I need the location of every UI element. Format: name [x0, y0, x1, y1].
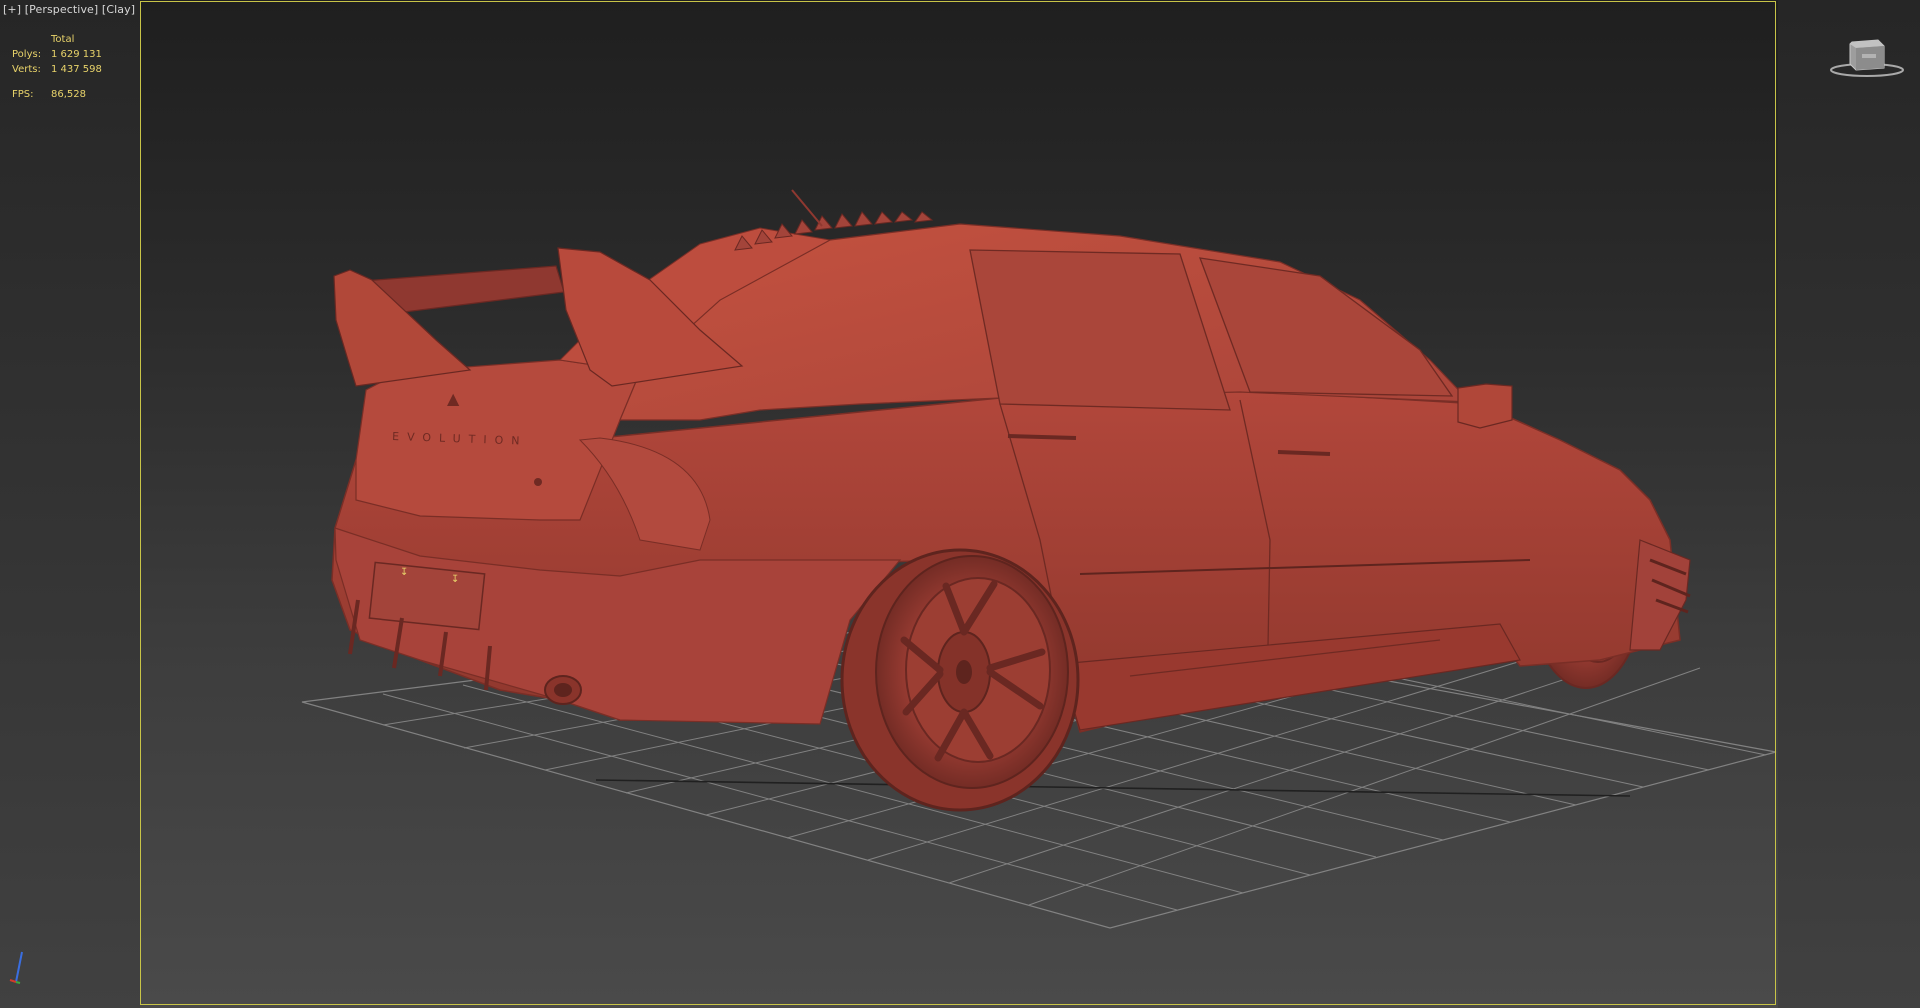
svg-text:▲: ▲: [447, 389, 460, 408]
viewport-scene[interactable]: ↧ ↧ EVOLUTION ▲: [0, 0, 1920, 1008]
viewcube-icon[interactable]: [1826, 34, 1908, 80]
stats-header: Total: [51, 34, 75, 45]
stats-verts-row: Verts: 1 437 598: [12, 62, 102, 77]
side-mirror: [1457, 383, 1513, 429]
rear-wheel: [840, 548, 1080, 812]
axis-tripod-icon: [9, 951, 23, 984]
stats-polys-row: Polys: 1 629 131: [12, 47, 102, 62]
car-model: ↧ ↧ EVOLUTION ▲: [331, 189, 1691, 812]
license-plate: [368, 561, 486, 631]
svg-text:↧: ↧: [400, 567, 408, 578]
viewport-label-menu[interactable]: [+] [Perspective] [Clay]: [3, 3, 135, 16]
viewport-point-of-view-menu[interactable]: [Perspective]: [25, 3, 99, 16]
stats-verts-value: 1 437 598: [51, 64, 102, 75]
svg-text:↧: ↧: [451, 574, 459, 585]
roof-antenna: [791, 189, 823, 227]
viewport-statistics: Total Polys: 1 629 131 Verts: 1 437 598 …: [12, 32, 102, 102]
stats-fps-value: 86,528: [51, 89, 86, 100]
stats-polys-label: Polys:: [12, 49, 42, 60]
perspective-viewport[interactable]: ↧ ↧ EVOLUTION ▲ [+] [Perspective] [Clay]…: [0, 0, 1920, 1008]
viewport-general-menu[interactable]: [+]: [3, 3, 21, 16]
stats-polys-value: 1 629 131: [51, 49, 102, 60]
stats-fps-label: FPS:: [12, 89, 34, 100]
stats-fps-row: FPS: 86,528: [12, 87, 102, 102]
stats-verts-label: Verts:: [12, 64, 41, 75]
viewport-shading-menu[interactable]: [Clay]: [102, 3, 135, 16]
